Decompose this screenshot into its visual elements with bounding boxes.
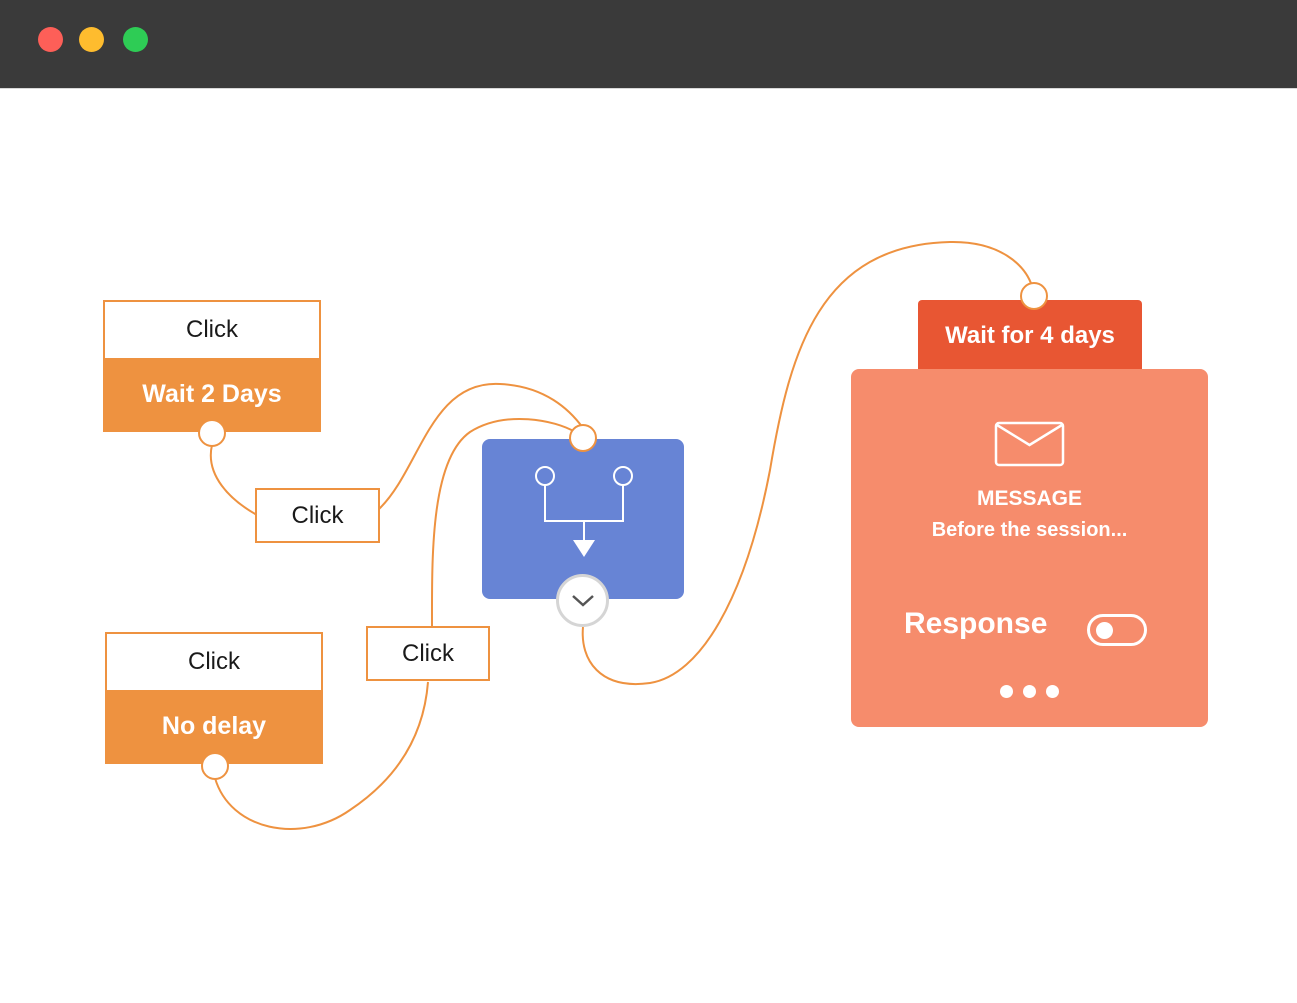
flow-node-wait-2-days[interactable]: Click Wait 2 Days <box>103 300 321 432</box>
toggle-knob <box>1096 622 1113 639</box>
message-card[interactable]: MESSAGE Before the session... Response <box>851 369 1208 727</box>
click-condition-tag[interactable]: Click <box>255 488 380 543</box>
envelope-icon <box>994 421 1065 467</box>
message-type-label: MESSAGE <box>976 487 1083 510</box>
dot <box>1046 685 1059 698</box>
window-titlebar <box>0 0 1297 89</box>
output-port[interactable] <box>198 419 226 447</box>
message-preview: Before the session... <box>931 519 1128 541</box>
dot <box>1000 685 1013 698</box>
response-label: Response <box>904 607 1048 640</box>
node-trigger-label: Click <box>105 302 319 358</box>
output-port[interactable] <box>201 752 229 780</box>
maximize-window-button[interactable] <box>123 27 148 52</box>
flow-node-no-delay[interactable]: Click No delay <box>105 632 323 764</box>
click-condition-tag[interactable]: Click <box>366 626 490 681</box>
dot <box>1023 685 1036 698</box>
chevron-down-icon <box>571 594 594 607</box>
input-port[interactable] <box>569 424 597 452</box>
minimize-window-button[interactable] <box>79 27 104 52</box>
response-toggle[interactable] <box>1087 614 1147 646</box>
wait-delay-tab[interactable]: Wait for 4 days <box>918 300 1142 372</box>
node-trigger-label: Click <box>107 634 321 690</box>
close-window-button[interactable] <box>38 27 63 52</box>
more-dots-icon[interactable] <box>851 685 1208 698</box>
wire-wait2-to-click <box>209 444 258 516</box>
expand-button[interactable] <box>556 574 609 627</box>
input-port[interactable] <box>1020 282 1048 310</box>
